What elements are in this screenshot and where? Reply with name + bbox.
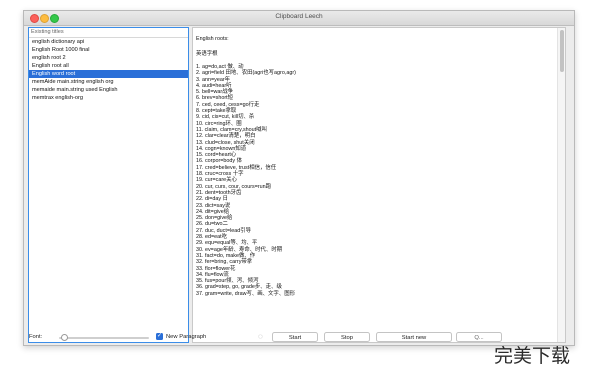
titles-list-header: Existing titles: [29, 28, 188, 38]
new-paragraph-checkbox[interactable]: ✓: [156, 333, 163, 340]
text-view[interactable]: English roots: 英语字根 1. ag=do,act 做、动 2. a…: [192, 27, 566, 343]
text-subheading: 英语字根: [196, 51, 218, 57]
stop-button[interactable]: Stop: [324, 332, 370, 342]
font-size-slider[interactable]: [59, 334, 149, 341]
watermark-text: 完美下载: [494, 345, 570, 367]
text-heading: English roots:: [196, 36, 229, 42]
text-content: English roots: 英语字根 1. ag=do,act 做、动 2. a…: [196, 36, 556, 297]
list-item[interactable]: english root 2: [29, 54, 188, 62]
list-item[interactable]: English Root 1000 final: [29, 46, 188, 54]
start-new-button[interactable]: Start new: [376, 332, 452, 342]
font-size-slider-knob[interactable]: [61, 334, 68, 341]
app-window: Clipboard Leech Existing titles english …: [23, 10, 575, 346]
titles-list-items: english dictionary api English Root 1000 …: [29, 38, 188, 102]
new-paragraph-label[interactable]: New Paragraph: [166, 334, 206, 340]
title-bar[interactable]: Clipboard Leech: [24, 11, 574, 26]
activity-spinner-icon: ◌: [258, 332, 263, 341]
list-item[interactable]: English root all: [29, 62, 188, 70]
text-line: 37. gram=write, draw写、画、文字、图形: [196, 290, 295, 297]
font-label: Font:: [29, 334, 43, 340]
list-item[interactable]: memAide main.string english org: [29, 78, 188, 86]
list-item[interactable]: English word root: [29, 70, 188, 78]
text-lines: 1. ag=do,act 做、动 2. agri=field 田地、农田(agri…: [196, 64, 556, 297]
list-item[interactable]: memaide main.string used English: [29, 86, 188, 94]
text-scrollbar-thumb[interactable]: [559, 30, 564, 72]
more-button[interactable]: Q...: [456, 332, 502, 342]
window-title: Clipboard Leech: [275, 13, 323, 20]
list-item[interactable]: english dictionary api: [29, 38, 188, 46]
start-button[interactable]: Start: [272, 332, 318, 342]
titles-list[interactable]: Existing titles english dictionary api En…: [28, 27, 189, 343]
text-scrollbar[interactable]: [557, 28, 565, 342]
watermark-logo: 完美下载: [494, 345, 570, 367]
list-item[interactable]: memtrax english-org: [29, 94, 188, 102]
